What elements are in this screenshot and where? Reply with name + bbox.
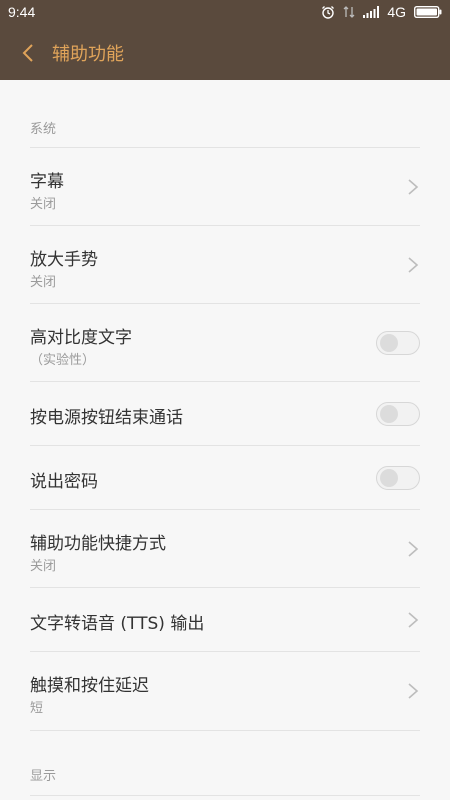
setting-touch-hold-delay[interactable]: 触摸和按住延迟 短 bbox=[30, 651, 420, 731]
data-transfer-icon bbox=[343, 5, 355, 19]
speak-passwords-toggle[interactable] bbox=[376, 466, 420, 490]
chevron-right-icon bbox=[408, 683, 419, 699]
network-type: 4G bbox=[387, 4, 406, 20]
alarm-icon bbox=[321, 5, 335, 19]
setting-subtitle: 短 bbox=[30, 701, 44, 716]
chevron-right-icon bbox=[408, 541, 419, 557]
settings-list: 系统 字幕 关闭 放大手势 关闭 高对比度文字 （实验性） 按电源按钮结束通话 … bbox=[0, 80, 450, 800]
status-bar: 9:44 4G bbox=[0, 0, 450, 26]
setting-subtitle: 关闭 bbox=[30, 559, 57, 574]
high-contrast-toggle[interactable] bbox=[376, 331, 420, 355]
setting-subtitle: 关闭 bbox=[30, 197, 57, 212]
toggle-knob bbox=[380, 469, 398, 487]
toggle-knob bbox=[380, 334, 398, 352]
status-icons: 4G bbox=[321, 4, 442, 20]
setting-title: 说出密码 bbox=[30, 472, 98, 492]
setting-subtitle: （实验性） bbox=[30, 353, 96, 368]
chevron-right-icon bbox=[408, 179, 419, 195]
title-bar: 辅助功能 bbox=[0, 26, 450, 80]
setting-title: 按电源按钮结束通话 bbox=[30, 408, 183, 428]
setting-title: 放大手势 bbox=[30, 250, 98, 270]
setting-subtitle: 关闭 bbox=[30, 275, 57, 290]
setting-title: 触摸和按住延迟 bbox=[30, 676, 149, 696]
back-button[interactable] bbox=[6, 26, 50, 80]
app-header: 9:44 4G 辅助功能 bbox=[0, 0, 450, 80]
setting-speak-passwords[interactable]: 说出密码 bbox=[30, 445, 420, 510]
battery-icon bbox=[414, 6, 442, 18]
page-title: 辅助功能 bbox=[52, 44, 124, 65]
back-chevron-icon bbox=[22, 44, 33, 62]
power-button-ends-call-toggle[interactable] bbox=[376, 402, 420, 426]
setting-title: 文字转语音 (TTS) 输出 bbox=[30, 614, 205, 634]
setting-title: 高对比度文字 bbox=[30, 328, 132, 348]
toggle-knob bbox=[380, 405, 398, 423]
signal-icon bbox=[363, 6, 380, 18]
section-divider bbox=[30, 795, 420, 800]
chevron-right-icon bbox=[408, 257, 419, 273]
setting-high-contrast-text[interactable]: 高对比度文字 （实验性） bbox=[30, 303, 420, 382]
section-header-system: 系统 bbox=[30, 122, 57, 137]
section-header-display: 显示 bbox=[30, 769, 57, 784]
setting-captions[interactable]: 字幕 关闭 bbox=[30, 147, 420, 226]
setting-title: 辅助功能快捷方式 bbox=[30, 534, 166, 554]
setting-title: 字幕 bbox=[30, 172, 64, 192]
setting-magnification-gestures[interactable]: 放大手势 关闭 bbox=[30, 225, 420, 304]
chevron-right-icon bbox=[408, 612, 419, 628]
setting-tts-output[interactable]: 文字转语音 (TTS) 输出 bbox=[30, 587, 420, 652]
setting-accessibility-shortcut[interactable]: 辅助功能快捷方式 关闭 bbox=[30, 509, 420, 588]
setting-power-button-ends-call[interactable]: 按电源按钮结束通话 bbox=[30, 381, 420, 446]
status-time: 9:44 bbox=[8, 4, 36, 20]
